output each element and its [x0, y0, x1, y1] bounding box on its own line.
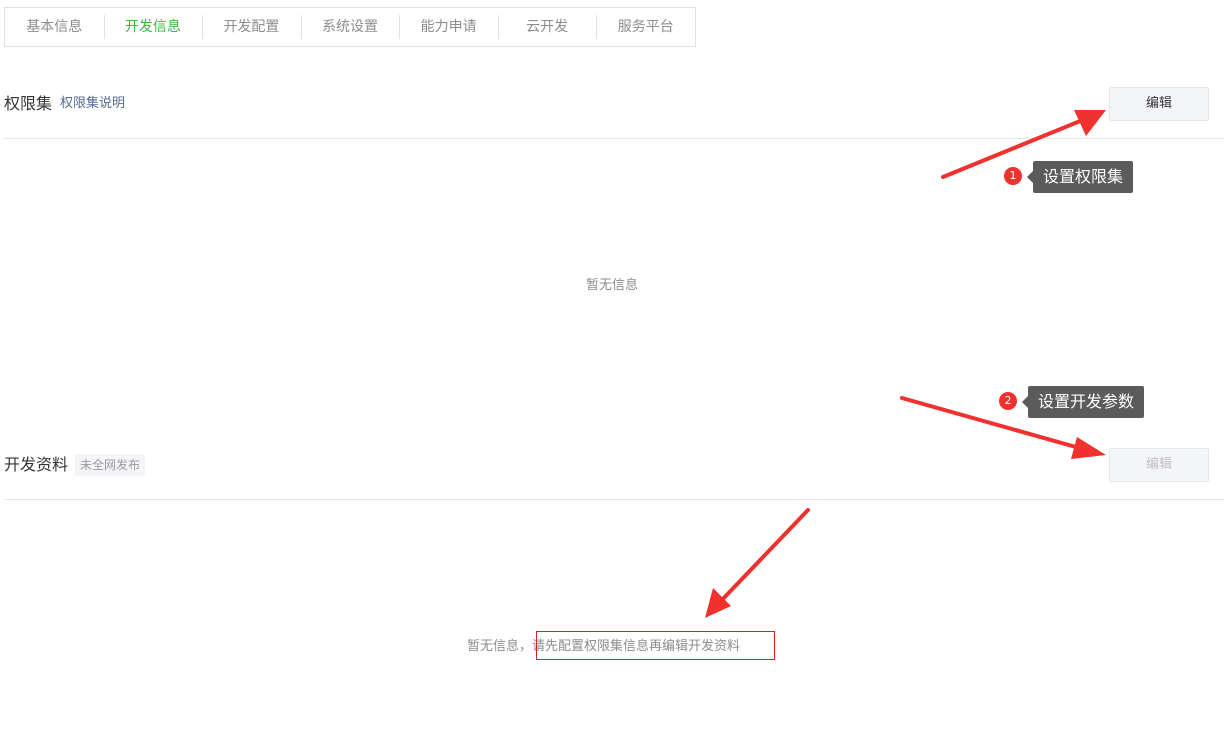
- arrow-to-dev-edit-icon: [900, 396, 1106, 459]
- annotation-arrows: [705, 110, 1106, 618]
- arrow-to-permission-edit-icon: [941, 110, 1106, 179]
- arrow-to-hint-icon: [705, 508, 810, 618]
